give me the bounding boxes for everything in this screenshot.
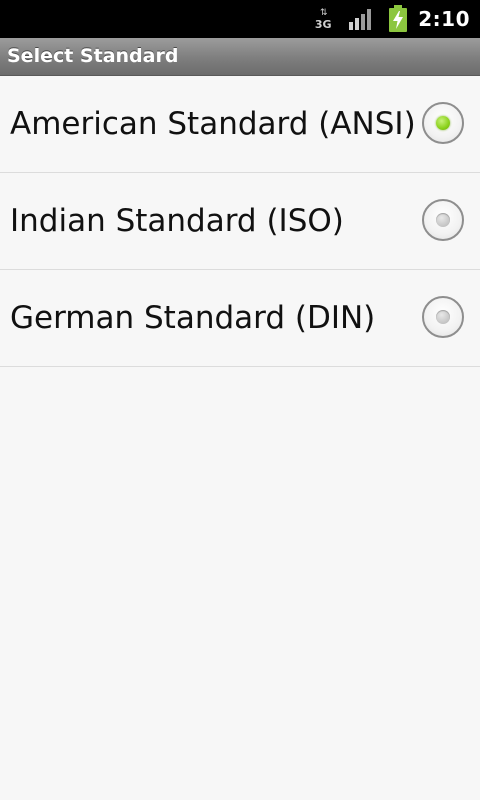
- network-3g-icon: ⇅ 3G: [312, 6, 334, 32]
- network-label: 3G: [314, 17, 332, 31]
- status-icons: ⇅ 3G 2:10: [312, 0, 480, 38]
- radio-unselected-dot: [436, 310, 450, 324]
- radio-unselected-dot: [436, 213, 450, 227]
- status-clock: 2:10: [418, 7, 470, 31]
- standard-options-list: American Standard (ANSI) Indian Standard…: [0, 76, 480, 367]
- data-arrows-icon: ⇅: [319, 7, 327, 18]
- option-iso[interactable]: Indian Standard (ISO): [0, 173, 480, 270]
- radio-button-iso[interactable]: [422, 199, 464, 241]
- option-label: Indian Standard (ISO): [10, 203, 344, 239]
- option-din[interactable]: German Standard (DIN): [0, 270, 480, 367]
- option-label: German Standard (DIN): [10, 300, 376, 336]
- radio-button-din[interactable]: [422, 296, 464, 338]
- option-ansi[interactable]: American Standard (ANSI): [0, 76, 480, 173]
- battery-charging-icon: [389, 5, 408, 32]
- radio-button-ansi[interactable]: [422, 102, 464, 144]
- dialog-title-bar: Select Standard: [0, 38, 480, 76]
- dialog-title: Select Standard: [7, 45, 179, 67]
- status-bar: ⇅ 3G 2:10: [0, 0, 480, 38]
- radio-selected-dot: [436, 116, 450, 130]
- option-label: American Standard (ANSI): [10, 106, 416, 142]
- signal-icon: [349, 9, 372, 30]
